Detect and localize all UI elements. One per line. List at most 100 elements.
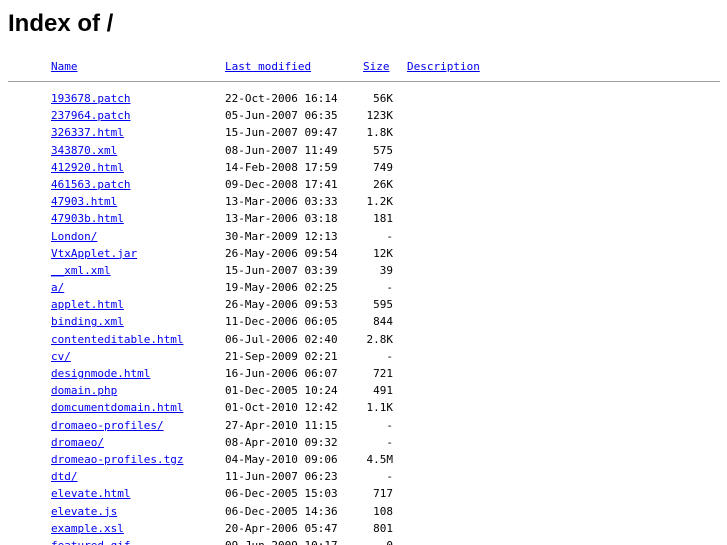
file-row: 461563.patch 09-Dec-2008 17:41 26K: [0, 176, 727, 193]
file-row: example.xsl 20-Apr-2006 05:47 801: [0, 520, 727, 537]
size-cell: 12K: [373, 246, 393, 260]
file-row: cv/21-Sep-2009 02:21 -: [0, 348, 727, 365]
file-row: contenteditable.html 06-Jul-2006 02:40 2.8…: [0, 331, 727, 348]
file-link[interactable]: dromeao-profiles.tgz: [51, 451, 183, 468]
last-modified-cell: 27-Apr-2010 11:15: [225, 418, 338, 432]
file-link[interactable]: 461563.patch: [51, 176, 130, 193]
file-link[interactable]: 47903b.html: [51, 210, 124, 227]
sort-by-size-link[interactable]: Size: [363, 58, 390, 75]
file-link[interactable]: a/: [51, 279, 64, 296]
last-modified-cell: 06-Dec-2005 14:36: [225, 504, 338, 518]
file-link[interactable]: dtd/: [51, 468, 78, 485]
file-link[interactable]: elevate.js: [51, 503, 117, 520]
file-link[interactable]: binding.xml: [51, 313, 124, 330]
size-cell: 2.8K: [366, 332, 394, 346]
size-cell: 1.8K: [366, 126, 394, 140]
file-link[interactable]: domain.php: [51, 382, 117, 399]
file-link[interactable]: designmode.html: [51, 365, 150, 382]
last-modified-cell: 09-Dec-2008 17:41: [225, 177, 338, 191]
file-link[interactable]: elevate.html: [51, 485, 130, 502]
last-modified-cell: 11-Dec-2006 06:05: [225, 315, 338, 329]
size-cell: -: [386, 470, 393, 484]
file-listing: 193678.patch 22-Oct-2006 16:14 56K 237964.p…: [0, 90, 727, 545]
file-row: 326337.html 15-Jun-2007 09:47 1.8K: [0, 124, 727, 141]
size-cell: 749: [373, 160, 393, 174]
file-link[interactable]: contenteditable.html: [51, 331, 183, 348]
size-cell: 0: [363, 537, 393, 545]
size-cell: 1.1K: [366, 401, 394, 415]
file-link[interactable]: cv/: [51, 348, 71, 365]
size-cell: 844: [373, 315, 393, 329]
last-modified-cell: 15-Jun-2007 03:39: [225, 263, 338, 277]
file-row: London/30-Mar-2009 12:13 -: [0, 228, 727, 245]
file-link[interactable]: dromaeo/: [51, 434, 104, 451]
file-link[interactable]: VtxApplet.jar: [51, 245, 137, 262]
file-row: VtxApplet.jar 26-May-2006 09:54 12K: [0, 245, 727, 262]
listing-header-row: Name Last modified Size Description: [0, 58, 727, 75]
file-link[interactable]: 412920.html: [51, 159, 124, 176]
size-cell: -: [386, 418, 393, 432]
file-row: 47903.html 13-Mar-2006 03:33 1.2K: [0, 193, 727, 210]
file-link[interactable]: example.xsl: [51, 520, 124, 537]
last-modified-cell: 06-Jul-2006 02:40: [225, 332, 338, 346]
last-modified-cell: 14-Feb-2008 17:59: [225, 160, 338, 174]
file-row: 343870.xml 08-Jun-2007 11:49 575: [0, 142, 727, 159]
size-cell: 123K: [366, 109, 394, 123]
size-cell: -: [386, 349, 393, 363]
file-row: dtd/11-Jun-2007 06:23 -: [0, 468, 727, 485]
file-row: 47903b.html 13-Mar-2006 03:18 181: [0, 210, 727, 227]
file-link[interactable]: London/: [51, 228, 97, 245]
file-row: a/19-May-2006 02:25 -: [0, 279, 727, 296]
size-cell: 56K: [373, 92, 393, 105]
last-modified-cell: 26-May-2006 09:53: [225, 298, 338, 312]
size-cell: -: [386, 229, 393, 243]
size-cell: 491: [373, 384, 393, 398]
file-row: elevate.html 06-Dec-2005 15:03 717: [0, 485, 727, 502]
file-row: designmode.html 16-Jun-2006 06:07 721: [0, 365, 727, 382]
size-cell: 4.5M: [366, 452, 394, 466]
file-link[interactable]: 193678.patch: [51, 90, 130, 107]
last-modified-cell: 04-May-2010 09:06: [225, 452, 338, 466]
file-row: applet.html 26-May-2006 09:53 595: [0, 296, 727, 313]
size-cell: 26K: [373, 177, 393, 191]
file-row: dromeao-profiles.tgz 04-May-2010 09:06 4.5…: [0, 451, 727, 468]
file-row: domcumentdomain.html 01-Oct-2010 12:42 1.1…: [0, 399, 727, 416]
size-cell: 595: [373, 298, 393, 312]
last-modified-cell: 21-Sep-2009 02:21: [225, 349, 338, 363]
file-link[interactable]: 237964.patch: [51, 107, 130, 124]
size-cell: -: [386, 281, 393, 295]
size-cell: 721: [373, 367, 393, 380]
last-modified-cell: 26-May-2006 09:54: [225, 246, 338, 260]
last-modified-cell: 30-Mar-2009 12:13: [225, 229, 338, 243]
size-cell: 1.2K: [366, 195, 394, 209]
sort-by-name-link[interactable]: Name: [51, 58, 78, 75]
size-cell: 39: [379, 263, 393, 277]
last-modified-cell: 01-Dec-2005 10:24: [225, 384, 338, 398]
file-link[interactable]: featured.gif: [51, 537, 130, 545]
file-link[interactable]: 326337.html: [51, 124, 124, 141]
sort-by-last-modified-link[interactable]: Last modified: [225, 58, 311, 75]
size-cell: 575: [373, 143, 393, 157]
last-modified-cell: 09-Jun-2009 10:17: [225, 537, 338, 545]
last-modified-cell: 22-Oct-2006 16:14: [225, 92, 338, 105]
file-row: 237964.patch 05-Jun-2007 06:35 123K: [0, 107, 727, 124]
last-modified-cell: 13-Mar-2006 03:18: [225, 212, 338, 226]
file-link[interactable]: __xml.xml: [51, 262, 111, 279]
last-modified-cell: 15-Jun-2007 09:47: [225, 126, 338, 140]
file-link[interactable]: domcumentdomain.html: [51, 399, 183, 416]
last-modified-cell: 05-Jun-2007 06:35: [225, 109, 338, 123]
last-modified-cell: 13-Mar-2006 03:33: [225, 195, 338, 209]
file-link[interactable]: dromaeo-profiles/: [51, 417, 164, 434]
size-cell: 717: [373, 487, 393, 501]
file-link[interactable]: 343870.xml: [51, 142, 117, 159]
size-cell: -: [386, 435, 393, 449]
file-link[interactable]: 47903.html: [51, 193, 117, 210]
last-modified-cell: 16-Jun-2006 06:07: [225, 367, 338, 380]
page-title: Index of /: [8, 10, 114, 37]
file-link[interactable]: applet.html: [51, 296, 124, 313]
last-modified-cell: 20-Apr-2006 05:47: [225, 521, 338, 535]
file-row: binding.xml 11-Dec-2006 06:05 844: [0, 313, 727, 330]
file-row: domain.php 01-Dec-2005 10:24 491: [0, 382, 727, 399]
sort-by-description-link[interactable]: Description: [407, 58, 480, 75]
file-row: elevate.js 06-Dec-2005 14:36 108: [0, 503, 727, 520]
